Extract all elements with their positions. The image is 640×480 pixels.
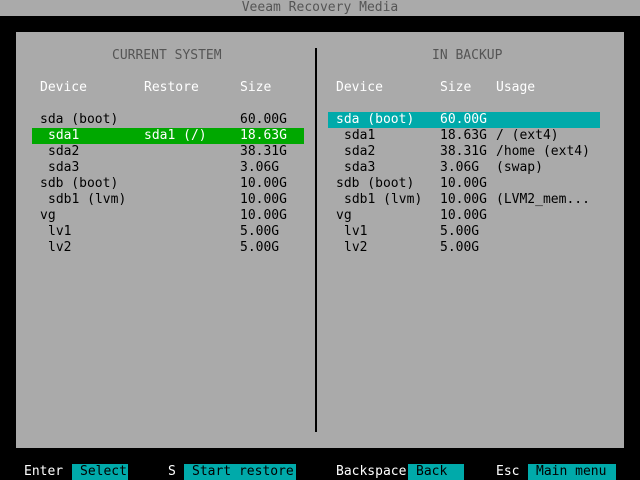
left-col-size: Size xyxy=(240,80,272,95)
restore-target: sda1 (/) xyxy=(144,128,207,143)
device-name: sdb (boot) xyxy=(40,176,119,191)
device-name: sdb (boot) xyxy=(336,176,415,191)
backup-device-row[interactable]: sdb (boot) 10.00G xyxy=(328,176,600,192)
window-title: Veeam Recovery Media xyxy=(0,0,640,16)
left-device-row[interactable]: lv2 5.00G xyxy=(32,240,304,256)
left-device-row[interactable]: sdb (boot) 10.00G xyxy=(32,176,304,192)
device-size: 10.00G xyxy=(240,176,287,191)
left-device-row[interactable]: vg 10.00G xyxy=(32,208,304,224)
device-name: sda2 xyxy=(48,144,80,159)
device-size: 10.00G xyxy=(440,176,487,191)
left-col-device: Device xyxy=(40,80,87,95)
device-name: sda1 xyxy=(344,128,376,143)
backup-device-row[interactable]: sda2 38.31G/home (ext4) xyxy=(328,144,600,160)
shortcut-action-button[interactable]: Start restore xyxy=(184,464,296,480)
device-size: 10.00G xyxy=(440,208,487,223)
right-col-size: Size xyxy=(440,80,472,95)
device-size: 5.00G xyxy=(440,240,480,255)
backup-device-row[interactable]: sda3 3.06G (swap) xyxy=(328,160,600,176)
backup-device-row[interactable]: vg 10.00G xyxy=(328,208,600,224)
device-size: 38.31G xyxy=(440,144,487,159)
backup-device-row[interactable]: lv2 5.00G xyxy=(328,240,600,256)
left-device-row[interactable]: sda2 38.31G xyxy=(32,144,304,160)
shortcut-key: Enter xyxy=(24,464,64,479)
device-size: 5.00G xyxy=(240,224,280,239)
left-device-row[interactable]: lv1 5.00G xyxy=(32,224,304,240)
device-usage: (LVM2_mem... xyxy=(496,192,590,207)
device-name: sdb1 (lvm) xyxy=(344,192,423,207)
backup-device-row[interactable]: sda (boot) 60.00G xyxy=(328,112,600,128)
device-name: vg xyxy=(336,208,352,223)
left-device-row[interactable]: sda3 3.06G xyxy=(32,160,304,176)
device-size: 10.00G xyxy=(440,192,487,207)
left-device-row[interactable]: sdb1 (lvm) 10.00G xyxy=(32,192,304,208)
device-name: vg xyxy=(40,208,56,223)
device-name: sda (boot) xyxy=(336,112,415,127)
shortcut-key: Backspace xyxy=(336,464,407,479)
backup-device-row[interactable]: sda1 18.63G / (ext4) xyxy=(328,128,600,144)
device-name: sda1 xyxy=(48,128,80,143)
device-name: sdb1 (lvm) xyxy=(48,192,127,207)
device-size: 60.00G xyxy=(240,112,287,127)
current-system-heading: CURRENT SYSTEM xyxy=(112,48,222,63)
device-size: 38.31G xyxy=(240,144,287,159)
device-size: 18.63G xyxy=(240,128,287,143)
device-name: lv2 xyxy=(48,240,72,255)
device-size: 18.63G xyxy=(440,128,487,143)
right-col-device: Device xyxy=(336,80,383,95)
device-name: lv1 xyxy=(344,224,368,239)
device-size: 10.00G xyxy=(240,192,287,207)
device-size: 3.06G xyxy=(440,160,480,175)
device-size: 5.00G xyxy=(240,240,280,255)
device-name: sda2 xyxy=(344,144,376,159)
device-name: sda3 xyxy=(48,160,80,175)
shortcut-action-button[interactable]: Main menu xyxy=(528,464,616,480)
device-size: 60.00G xyxy=(440,112,487,127)
device-name: sda (boot) xyxy=(40,112,119,127)
shortcut-action-button[interactable]: Select xyxy=(72,464,128,480)
device-usage: (swap) xyxy=(496,160,543,175)
device-name: lv1 xyxy=(48,224,72,239)
device-size: 10.00G xyxy=(240,208,287,223)
backup-device-row[interactable]: sdb1 (lvm) 10.00G (LVM2_mem... xyxy=(328,192,600,208)
left-device-row[interactable]: sda1 sda1 (/) 18.63G xyxy=(32,128,304,144)
left-device-row[interactable]: sda (boot) 60.00G xyxy=(32,112,304,128)
device-name: sda3 xyxy=(344,160,376,175)
shortcut-key: Esc xyxy=(496,464,520,479)
left-col-restore: Restore xyxy=(144,80,199,95)
right-col-usage: Usage xyxy=(496,80,536,95)
shortcut-key: S xyxy=(168,464,176,479)
backup-device-row[interactable]: lv1 5.00G xyxy=(328,224,600,240)
device-name: lv2 xyxy=(344,240,368,255)
panel-divider xyxy=(315,48,317,432)
shortcut-action-button[interactable]: Back xyxy=(408,464,464,480)
device-size: 3.06G xyxy=(240,160,280,175)
device-size: 5.00G xyxy=(440,224,480,239)
in-backup-heading: IN BACKUP xyxy=(432,48,503,63)
device-usage: / (ext4) xyxy=(496,128,559,143)
device-usage: /home (ext4) xyxy=(496,144,590,159)
